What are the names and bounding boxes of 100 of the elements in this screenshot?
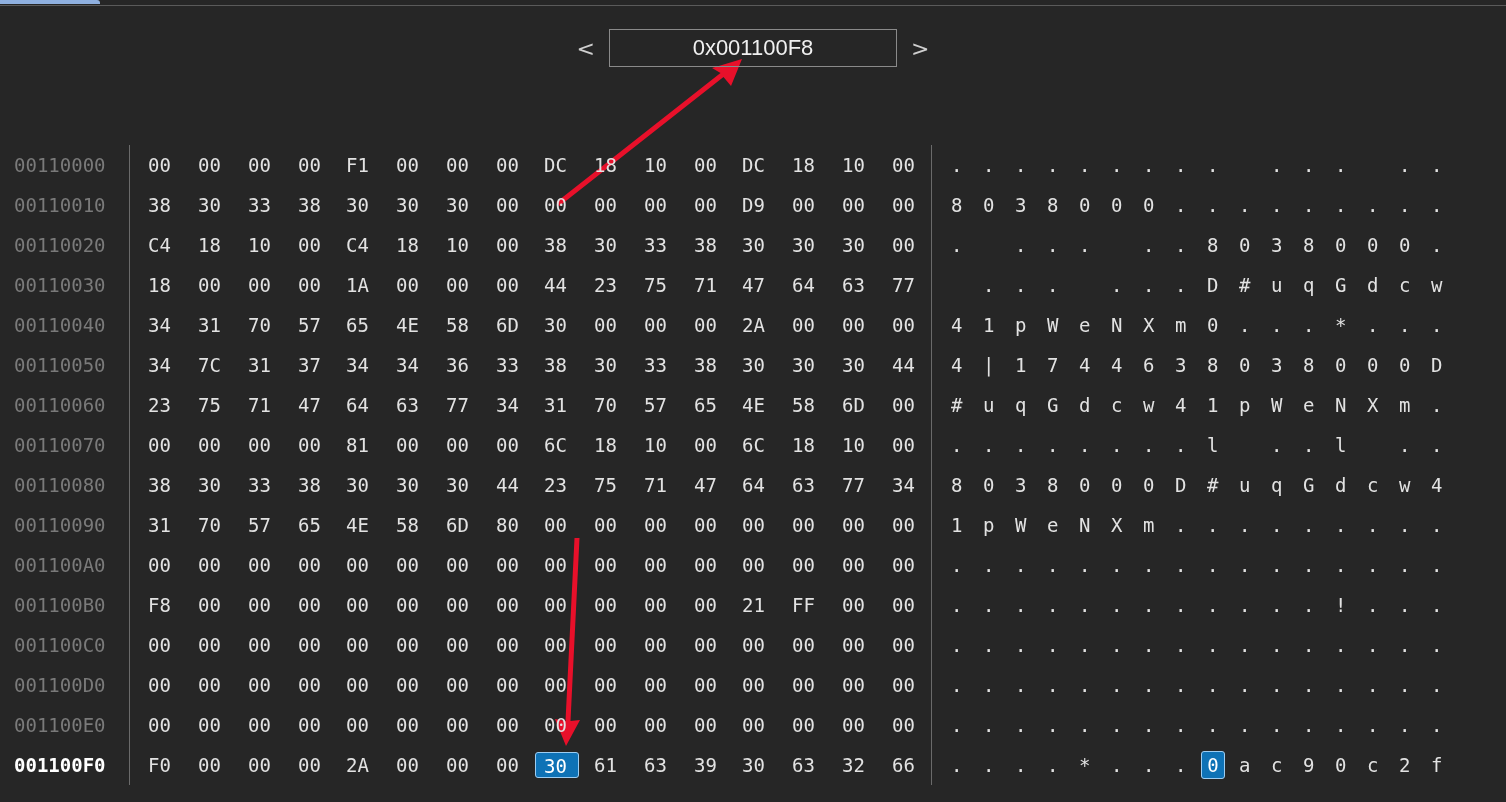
- hex-byte[interactable]: 00: [883, 632, 927, 658]
- hex-byte[interactable]: 00: [387, 752, 431, 778]
- hex-byte[interactable]: 44: [883, 352, 927, 378]
- hex-byte[interactable]: 00: [139, 632, 183, 658]
- hex-byte[interactable]: 30: [189, 472, 233, 498]
- hex-byte[interactable]: 00: [239, 272, 283, 298]
- hex-byte[interactable]: 10: [833, 432, 877, 458]
- hex-byte[interactable]: 64: [733, 472, 777, 498]
- hex-byte[interactable]: 44: [487, 472, 531, 498]
- hex-byte[interactable]: FF: [783, 592, 827, 618]
- hex-byte[interactable]: 2A: [733, 312, 777, 338]
- hex-byte[interactable]: 00: [883, 592, 927, 618]
- hex-byte[interactable]: 00: [139, 712, 183, 738]
- hex-byte[interactable]: 30: [535, 312, 579, 338]
- hex-byte[interactable]: 2A: [337, 752, 381, 778]
- hex-byte[interactable]: 00: [585, 712, 629, 738]
- hex-byte[interactable]: 00: [239, 752, 283, 778]
- hex-byte[interactable]: 00: [833, 632, 877, 658]
- hex-byte[interactable]: 00: [239, 712, 283, 738]
- hex-byte[interactable]: 65: [685, 392, 729, 418]
- hex-byte[interactable]: 00: [535, 672, 579, 698]
- hex-byte[interactable]: 00: [189, 552, 233, 578]
- hex-byte[interactable]: 00: [585, 592, 629, 618]
- hex-byte[interactable]: 23: [139, 392, 183, 418]
- hex-byte[interactable]: 65: [337, 312, 381, 338]
- hex-byte[interactable]: 33: [635, 232, 679, 258]
- hex-byte[interactable]: 30: [833, 352, 877, 378]
- hex-byte[interactable]: 00: [487, 712, 531, 738]
- hex-byte[interactable]: 00: [685, 152, 729, 178]
- hex-byte[interactable]: 6D: [487, 312, 531, 338]
- hex-byte[interactable]: 00: [883, 232, 927, 258]
- hex-byte[interactable]: 00: [833, 312, 877, 338]
- hex-byte[interactable]: 21: [733, 592, 777, 618]
- hex-byte[interactable]: 00: [883, 192, 927, 218]
- hex-byte[interactable]: 00: [487, 272, 531, 298]
- hex-byte[interactable]: 38: [685, 352, 729, 378]
- hex-byte[interactable]: 31: [239, 352, 283, 378]
- hex-byte[interactable]: 00: [833, 592, 877, 618]
- hex-byte[interactable]: 18: [585, 432, 629, 458]
- hex-byte[interactable]: 30: [733, 352, 777, 378]
- hex-byte[interactable]: 63: [833, 272, 877, 298]
- hex-byte[interactable]: 00: [487, 232, 531, 258]
- hex-byte[interactable]: 65: [289, 512, 333, 538]
- hex-byte[interactable]: 00: [437, 592, 481, 618]
- hex-byte[interactable]: 34: [139, 352, 183, 378]
- hex-byte[interactable]: 00: [437, 632, 481, 658]
- hex-byte[interactable]: 00: [189, 752, 233, 778]
- hex-byte[interactable]: 00: [535, 632, 579, 658]
- hex-byte[interactable]: 30: [535, 752, 579, 778]
- hex-byte[interactable]: 00: [289, 592, 333, 618]
- hex-byte[interactable]: 00: [685, 592, 729, 618]
- hex-byte[interactable]: 75: [189, 392, 233, 418]
- hex-byte[interactable]: 75: [635, 272, 679, 298]
- hex-byte[interactable]: 00: [783, 512, 827, 538]
- hex-byte[interactable]: D9: [733, 192, 777, 218]
- hex-byte[interactable]: 34: [139, 312, 183, 338]
- hex-byte[interactable]: 30: [733, 752, 777, 778]
- hex-byte[interactable]: 63: [635, 752, 679, 778]
- hex-byte[interactable]: 30: [833, 232, 877, 258]
- hex-byte[interactable]: 00: [189, 712, 233, 738]
- hex-byte[interactable]: 18: [783, 432, 827, 458]
- next-button[interactable]: >: [907, 35, 934, 61]
- hex-byte[interactable]: 33: [239, 472, 283, 498]
- hex-byte[interactable]: 00: [883, 312, 927, 338]
- hex-byte[interactable]: 00: [635, 712, 679, 738]
- hex-byte[interactable]: 31: [535, 392, 579, 418]
- hex-byte[interactable]: F1: [337, 152, 381, 178]
- hex-byte[interactable]: 00: [337, 592, 381, 618]
- hex-byte[interactable]: 00: [387, 152, 431, 178]
- hex-byte[interactable]: 23: [585, 272, 629, 298]
- hex-byte[interactable]: 7C: [189, 352, 233, 378]
- hex-byte[interactable]: 00: [189, 272, 233, 298]
- hex-byte[interactable]: 30: [437, 472, 481, 498]
- hex-byte[interactable]: 00: [289, 432, 333, 458]
- hex-byte[interactable]: 00: [437, 272, 481, 298]
- hex-byte[interactable]: 00: [387, 432, 431, 458]
- hex-byte[interactable]: 00: [685, 312, 729, 338]
- hex-byte[interactable]: 44: [535, 272, 579, 298]
- address-field[interactable]: 0x001100F8: [609, 29, 897, 67]
- hex-byte[interactable]: 00: [487, 672, 531, 698]
- hex-byte[interactable]: 38: [139, 472, 183, 498]
- hex-byte[interactable]: 58: [387, 512, 431, 538]
- hex-byte[interactable]: 63: [783, 752, 827, 778]
- hex-byte[interactable]: 30: [387, 192, 431, 218]
- hex-byte[interactable]: 00: [189, 432, 233, 458]
- hex-byte[interactable]: 34: [883, 472, 927, 498]
- hex-byte[interactable]: 00: [883, 512, 927, 538]
- hex-byte[interactable]: F0: [139, 752, 183, 778]
- hex-byte[interactable]: 00: [883, 392, 927, 418]
- hex-byte[interactable]: 00: [535, 592, 579, 618]
- hex-byte[interactable]: 00: [635, 512, 679, 538]
- hex-byte[interactable]: 00: [585, 552, 629, 578]
- hex-byte[interactable]: 00: [239, 592, 283, 618]
- hex-byte[interactable]: 71: [239, 392, 283, 418]
- hex-byte[interactable]: 00: [289, 752, 333, 778]
- hex-byte[interactable]: 34: [487, 392, 531, 418]
- hex-byte[interactable]: 00: [733, 672, 777, 698]
- hex-byte[interactable]: 38: [685, 232, 729, 258]
- hex-byte[interactable]: 30: [733, 232, 777, 258]
- hex-byte[interactable]: 00: [239, 552, 283, 578]
